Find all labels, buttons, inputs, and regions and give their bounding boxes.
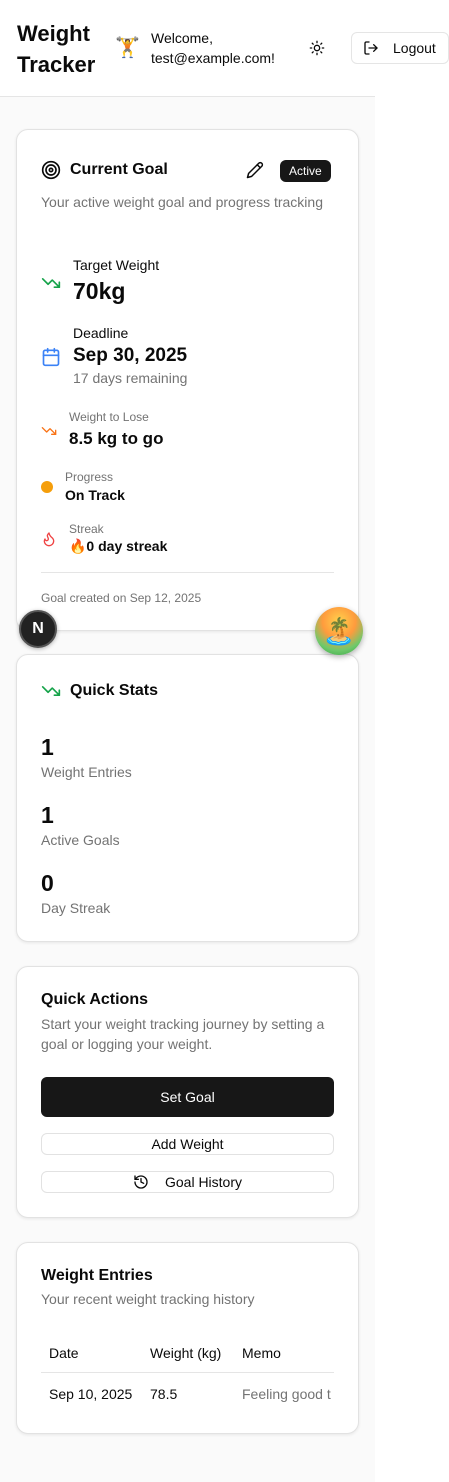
table-header-row: Date Weight (kg) Memo [41,1333,334,1373]
target-weight-value: 70kg [73,278,126,304]
column-header-memo: Memo [242,1345,281,1361]
days-remaining: 17 days remaining [73,370,188,386]
trending-down-icon [41,686,61,696]
welcome-email: test@example.com! [151,50,275,66]
stat-active-goals: 1 Active Goals [41,801,120,848]
goal-card-divider [41,572,334,573]
stat-label: Day Streak [41,900,111,916]
goal-card-header: Current Goal [41,160,168,180]
dev-tools-badge[interactable]: N [19,610,57,648]
weight-entries-card: Weight Entries Your recent weight tracki… [16,1242,359,1434]
stat-day-streak: 0 Day Streak [41,869,110,916]
pencil-icon [246,161,264,179]
stat-weight-entries: 1 Weight Entries [41,733,132,780]
flame-icon [43,532,55,547]
logout-button[interactable]: Logout [351,32,449,64]
quick-stats-card: Quick Stats 1 Weight Entries 1 Active Go… [16,654,359,942]
weight-to-lose-value: 8.5 kg to go [69,429,164,448]
target-weight-label: Target Weight [73,257,160,273]
weight-entries-description: Your recent weight tracking history [41,1291,255,1307]
logout-icon [364,41,378,55]
cell-memo: Feeling good t [242,1386,331,1402]
cell-date: Sep 10, 2025 [49,1386,133,1402]
quick-actions-card: Quick Actions Start your weight tracking… [16,966,359,1218]
sun-icon [309,40,325,56]
table-row[interactable]: Sep 10, 2025 78.5 Feeling good t [41,1374,334,1413]
set-goal-button[interactable]: Set Goal [41,1077,334,1117]
stat-label: Weight Entries [41,764,132,780]
quick-stats-title: Quick Stats [70,682,159,699]
app-header: Weight Tracker 🏋️ Welcome, test@example.… [0,0,449,97]
stat-value: 1 [41,802,54,828]
column-header-weight: Weight (kg) [150,1345,222,1361]
weight-entries-table[interactable]: Date Weight (kg) Memo Sep 10, 2025 78.5 … [41,1333,334,1413]
stat-label: Active Goals [41,832,120,848]
trending-down-icon [41,278,61,288]
goal-history-label: Goal History [164,1174,243,1190]
streak-value: 🔥0 day streak [69,538,168,554]
stat-value: 0 [41,870,54,896]
app-title: Weight Tracker [17,21,96,77]
streak-label: Streak [69,522,104,536]
goal-created-date: Goal created on Sep 12, 2025 [41,591,202,605]
trending-down-icon [41,427,57,435]
deadline-label: Deadline [73,325,129,341]
goal-card-title: Current Goal [70,161,168,178]
quick-actions-title: Quick Actions [41,991,148,1008]
weight-entries-title: Weight Entries [41,1267,153,1284]
calendar-icon [42,347,60,367]
history-icon [134,1175,148,1189]
header-divider [0,96,375,97]
weight-to-lose-label: Weight to Lose [69,410,149,424]
current-goal-card: Current Goal Active Your active weight g… [16,129,359,631]
target-icon [41,160,61,180]
progress-value: On Track [65,487,125,503]
island-avatar-button[interactable]: 🏝️ [315,607,363,655]
cell-weight: 78.5 [150,1386,178,1402]
stat-value: 1 [41,734,54,760]
goal-history-button[interactable]: Goal History [41,1171,334,1193]
welcome-text: Welcome, test@example.com! [151,28,275,68]
goal-card-description: Your active weight goal and progress tra… [41,194,323,210]
column-header-date: Date [49,1345,79,1361]
add-weight-button[interactable]: Add Weight [41,1133,334,1155]
quick-actions-description: Start your weight tracking journey by se… [41,1016,325,1052]
quick-stats-header: Quick Stats [41,681,158,701]
logout-label: Logout [393,40,436,56]
status-badge: Active [280,160,331,182]
theme-toggle-button[interactable] [304,35,330,61]
progress-label: Progress [65,470,114,484]
user-avatar: 🏋️ [115,37,140,59]
welcome-greeting: Welcome, [151,30,213,46]
deadline-value: Sep 30, 2025 [73,345,188,366]
progress-status-dot [41,481,53,493]
edit-goal-button[interactable] [246,161,264,184]
